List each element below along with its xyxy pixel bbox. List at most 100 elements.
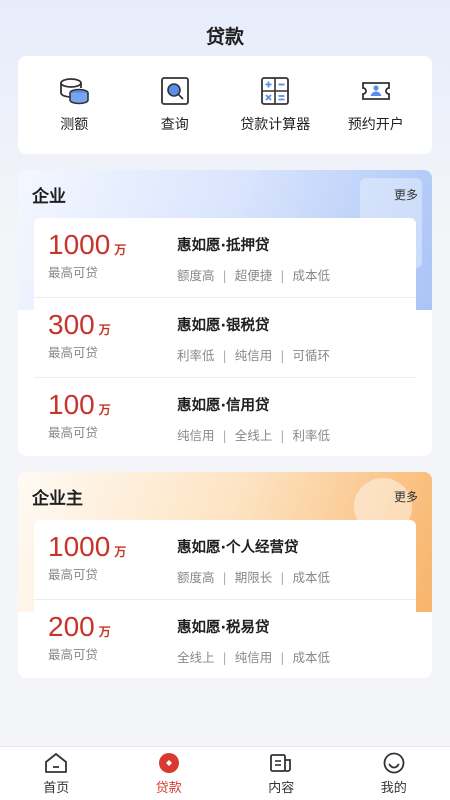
product-info: 惠如愿·信用贷 纯信用 | 全线上 | 利率低 — [177, 390, 330, 444]
amount-unit: 万 — [98, 323, 111, 337]
bottom-tab-bar: 首页 贷款 内容 我的 — [0, 746, 450, 800]
product-tags: 利率低 | 纯信用 | 可循环 — [177, 345, 330, 364]
product-amount: 1000 万 最高可贷 — [34, 230, 177, 281]
quick-action-calculator[interactable]: 贷款计算器 — [227, 76, 323, 134]
tag: 纯信用 — [234, 650, 273, 665]
coins-stack-icon — [60, 78, 90, 105]
product-info: 惠如愿·抵押贷 额度高 | 超便捷 | 成本低 — [177, 230, 330, 284]
tab-content[interactable]: 内容 — [241, 752, 321, 796]
product-row[interactable]: 1000 万 最高可贷 惠如愿·抵押贷 额度高 | 超便捷 | 成本低 — [34, 218, 416, 298]
product-amount: 300 万 最高可贷 — [34, 310, 177, 361]
product-tags: 纯信用 | 全线上 | 利率低 — [177, 425, 330, 444]
product-row[interactable]: 1000 万 最高可贷 惠如愿·个人经营贷 额度高 | 期限长 | 成本低 — [34, 520, 416, 600]
tag: 额度高 — [177, 268, 215, 283]
tab-home[interactable]: 首页 — [16, 752, 96, 796]
tag-separator: | — [222, 348, 227, 363]
tag-separator: | — [222, 650, 227, 665]
quick-action-label: 查询 — [160, 117, 189, 133]
amount-value: 1000 — [48, 229, 111, 260]
section-owner: 企业主 更多 1000 万 最高可贷 惠如愿·个人经营贷 额度高 | 期限长 | 成本低 … — [18, 472, 432, 678]
tag: 期限长 — [234, 570, 273, 585]
product-info: 惠如愿·银税贷 利率低 | 纯信用 | 可循环 — [177, 310, 330, 364]
section-title: 企业主 — [32, 488, 83, 509]
quick-action-label: 测额 — [60, 117, 89, 133]
section-title: 企业 — [32, 186, 66, 207]
quick-action-estimate[interactable]: 测额 — [26, 76, 122, 134]
tag: 纯信用 — [177, 428, 215, 443]
tag: 成本低 — [292, 650, 330, 665]
more-link[interactable]: 更多 — [394, 186, 418, 203]
more-link[interactable]: 更多 — [394, 488, 418, 505]
ticket-icon — [361, 82, 390, 100]
amount-value: 100 — [48, 389, 95, 420]
content-icon — [270, 753, 292, 772]
product-tags: 全线上 | 纯信用 | 成本低 — [177, 647, 330, 666]
amount-value: 1000 — [48, 531, 111, 562]
tag-separator: | — [280, 348, 285, 363]
product-info: 惠如愿·税易贷 全线上 | 纯信用 | 成本低 — [177, 612, 330, 666]
tag-separator: | — [222, 428, 227, 443]
tag-separator: | — [280, 428, 285, 443]
tag: 可循环 — [292, 348, 330, 363]
quick-action-appointment[interactable]: 预约开户 — [328, 76, 424, 134]
tag: 成本低 — [292, 570, 330, 585]
quick-action-query[interactable]: 查询 — [127, 76, 223, 134]
amount-caption: 最高可贷 — [48, 425, 99, 440]
product-name: 惠如愿·个人经营贷 — [177, 540, 299, 556]
tab-loan[interactable]: 贷款 — [129, 752, 209, 796]
amount-unit: 万 — [98, 625, 111, 639]
product-row[interactable]: 200 万 最高可贷 惠如愿·税易贷 全线上 | 纯信用 | 成本低 — [34, 600, 416, 678]
search-icon — [160, 77, 189, 105]
tag-separator: | — [280, 650, 285, 665]
amount-caption: 最高可贷 — [48, 567, 99, 582]
amount-caption: 最高可贷 — [48, 265, 99, 280]
product-amount: 200 万 最高可贷 — [34, 612, 177, 663]
loan-icon — [158, 752, 179, 773]
product-info: 惠如愿·个人经营贷 额度高 | 期限长 | 成本低 — [177, 532, 330, 586]
product-amount: 1000 万 最高可贷 — [34, 532, 177, 583]
title-bar: 贷款 — [0, 0, 450, 64]
tab-label: 我的 — [380, 780, 407, 796]
tag: 纯信用 — [234, 348, 273, 363]
product-list: 1000 万 最高可贷 惠如愿·抵押贷 额度高 | 超便捷 | 成本低 300 万 最高可贷… — [34, 218, 416, 456]
tag: 全线上 — [234, 428, 273, 443]
amount-value: 200 — [48, 611, 95, 642]
tag-separator: | — [222, 268, 227, 283]
section-business: 企业 更多 1000 万 最高可贷 惠如愿·抵押贷 额度高 | 超便捷 | 成本低 300… — [18, 170, 432, 456]
section-header: 企业 更多 — [18, 170, 432, 218]
tag: 利率低 — [177, 348, 215, 363]
product-tags: 额度高 | 期限长 | 成本低 — [177, 567, 330, 586]
home-icon — [45, 752, 68, 773]
product-list: 1000 万 最高可贷 惠如愿·个人经营贷 额度高 | 期限长 | 成本低 200 万 最高… — [34, 520, 416, 678]
tag: 利率低 — [292, 428, 330, 443]
product-row[interactable]: 100 万 最高可贷 惠如愿·信用贷 纯信用 | 全线上 | 利率低 — [34, 378, 416, 456]
product-name: 惠如愿·税易贷 — [177, 620, 270, 636]
page-title: 贷款 — [205, 25, 244, 48]
quick-action-label: 预约开户 — [347, 117, 404, 133]
quick-action-label: 贷款计算器 — [240, 117, 311, 133]
tag: 额度高 — [177, 570, 215, 585]
section-header: 企业主 更多 — [18, 472, 432, 520]
quick-actions: 测额 查询 贷款计算器 预约开户 — [18, 56, 432, 154]
tag: 超便捷 — [234, 268, 273, 283]
tab-label: 贷款 — [155, 780, 182, 796]
tag: 成本低 — [292, 268, 330, 283]
amount-value: 300 — [48, 309, 95, 340]
product-amount: 100 万 最高可贷 — [34, 390, 177, 441]
profile-icon — [383, 752, 405, 773]
amount-caption: 最高可贷 — [48, 345, 99, 360]
calculator-icon — [261, 77, 290, 105]
tab-label: 内容 — [268, 780, 295, 796]
tab-profile[interactable]: 我的 — [354, 752, 434, 796]
product-name: 惠如愿·银税贷 — [177, 318, 270, 334]
amount-unit: 万 — [114, 243, 127, 257]
product-tags: 额度高 | 超便捷 | 成本低 — [177, 265, 330, 284]
amount-caption: 最高可贷 — [48, 647, 99, 662]
tag-separator: | — [222, 570, 227, 585]
product-row[interactable]: 300 万 最高可贷 惠如愿·银税贷 利率低 | 纯信用 | 可循环 — [34, 298, 416, 378]
product-name: 惠如愿·信用贷 — [177, 398, 270, 414]
tag-separator: | — [280, 268, 285, 283]
tag-separator: | — [280, 570, 285, 585]
tab-label: 首页 — [43, 780, 70, 796]
tag: 全线上 — [177, 650, 215, 665]
